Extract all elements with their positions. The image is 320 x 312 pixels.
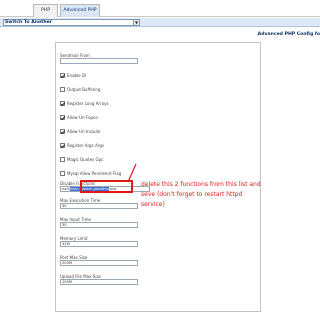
checkbox-label: Enable Dl	[67, 72, 87, 78]
max-execution-time-field[interactable]: 30	[60, 203, 138, 209]
sendmail-from-field[interactable]	[60, 58, 138, 64]
mysql-allow-persistent-checkbox[interactable]	[60, 170, 65, 176]
checkbox-label: Allow Url Fopen	[67, 114, 99, 120]
register-argc-argv-row[interactable]: Register Argc Argv	[60, 142, 104, 148]
register-argc-argv-checkbox[interactable]	[60, 142, 65, 148]
disable-functions-value-prefix: nam	[62, 187, 70, 191]
output-buffering-row[interactable]: Output Buffering	[60, 86, 101, 92]
tab-advanced-php-config[interactable]: Advanced PHP Config	[60, 4, 100, 25]
chevron-down-icon[interactable]: ▼	[133, 20, 139, 25]
post-max-size-field[interactable]: 200M	[60, 260, 138, 266]
switch-bar: Switch To Another ▼	[0, 18, 320, 27]
magic-quotes-gpc-row[interactable]: Magic Quotes Gpc	[60, 156, 103, 162]
switch-select-label: Switch To Another	[5, 20, 53, 25]
page-title: Advanced PHP Config fo	[257, 32, 320, 37]
annotation-arrow	[127, 163, 137, 183]
magic-quotes-gpc-checkbox[interactable]	[60, 156, 65, 162]
config-form-panel: Sendmail From Enable Dl Output Buffering…	[55, 42, 261, 312]
allow-url-fopen-row[interactable]: Allow Url Fopen	[60, 114, 98, 120]
allow-url-include-row[interactable]: Allow Url Include	[60, 128, 100, 134]
allow-url-fopen-checkbox[interactable]	[60, 114, 65, 120]
output-buffering-checkbox[interactable]	[60, 86, 65, 92]
memory-limit-field[interactable]: 32M	[60, 241, 138, 247]
checkbox-label: Register Argc Argv	[67, 142, 105, 148]
checkbox-label: Output Buffering	[67, 86, 101, 92]
enable-dl-checkbox[interactable]	[60, 72, 65, 78]
checkbox-label: Allow Url Include	[67, 128, 101, 134]
upload-file-max-size-field[interactable]: 200M	[60, 279, 138, 285]
tab-bar: PHP Config Advanced PHP Config	[0, 0, 320, 25]
tab-php-config[interactable]: PHP Config	[33, 4, 58, 25]
max-input-time-field[interactable]: 30	[60, 222, 138, 228]
register-long-arrays-row[interactable]: Register Long Arrays	[60, 100, 109, 106]
allow-url-include-checkbox[interactable]	[60, 128, 65, 134]
checkbox-label: Magic Quotes Gpc	[67, 156, 104, 162]
enable-dl-row[interactable]: Enable Dl	[60, 72, 86, 78]
register-long-arrays-checkbox[interactable]	[60, 100, 65, 106]
checkbox-label: Register Long Arrays	[67, 100, 109, 106]
annotation-note: delete this 2 functions from this list a…	[141, 181, 261, 208]
switch-to-another-select[interactable]: Switch To Another ▼	[3, 19, 140, 26]
